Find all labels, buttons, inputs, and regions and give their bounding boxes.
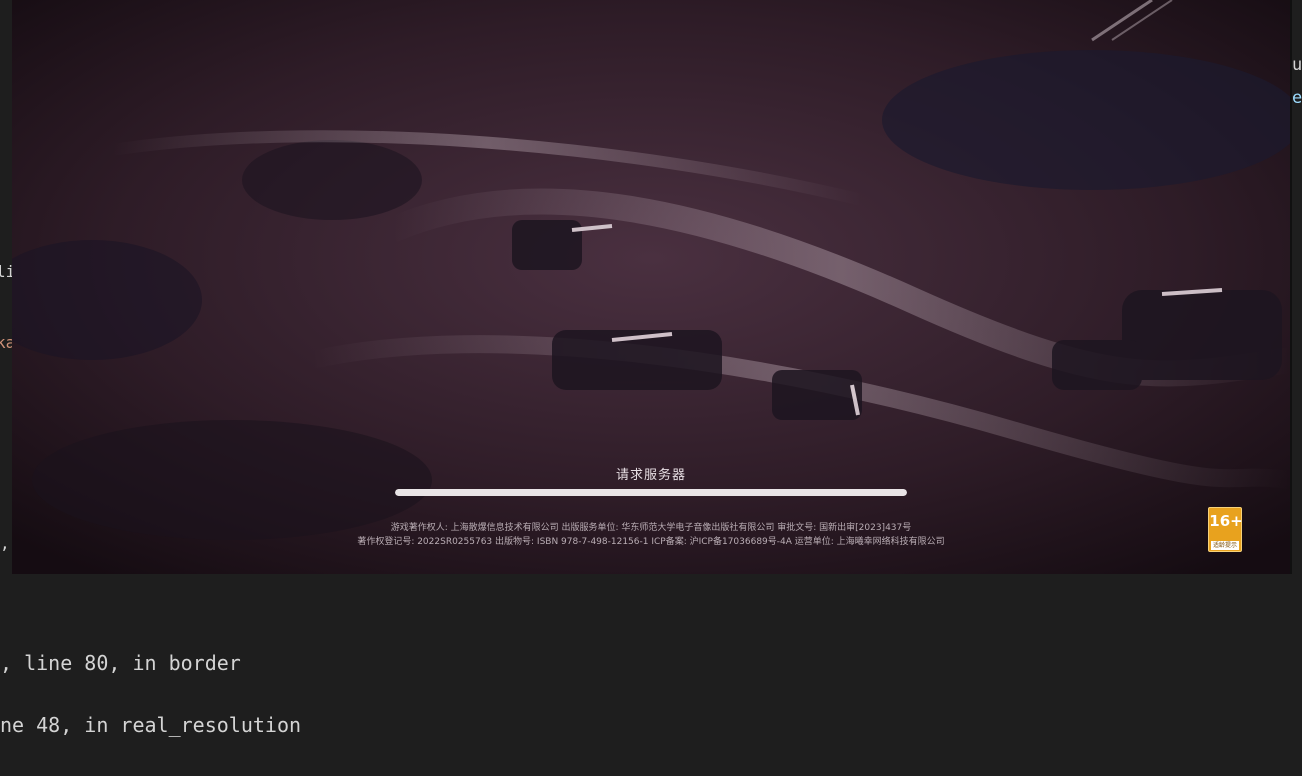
- loading-status-text: 请求服务器: [615, 468, 686, 483]
- game-window[interactable]: 请求服务器 游戏著作权人: 上海散爆信息技术有限公司 出版服务单位: 华东师范大…: [12, 0, 1292, 574]
- age-rating-number: 16+: [1209, 512, 1243, 530]
- loading-progress-bar: [395, 489, 907, 496]
- terminal-output-line: ne 48, in real_resolution: [0, 713, 302, 737]
- loading-background-art: [12, 0, 1290, 574]
- copyright-notice-line1: 游戏著作权人: 上海散爆信息技术有限公司 出版服务单位: 华东师范大学电子音像出…: [390, 523, 912, 533]
- copyright-notice-line2: 著作权登记号: 2022SR0255763 出版物号: ISBN 978-7-4…: [357, 537, 945, 547]
- editor-text-fragment: ,: [0, 534, 10, 553]
- terminal-output-line: , line 80, in border: [0, 651, 241, 675]
- editor-text-fragment: e: [1292, 88, 1302, 108]
- age-rating-badge: 16+ 适龄提示: [1208, 507, 1243, 552]
- editor-text-fragment: u: [1292, 55, 1302, 75]
- age-rating-label: 适龄提示: [1211, 541, 1239, 550]
- loading-progress-fill: [395, 489, 907, 496]
